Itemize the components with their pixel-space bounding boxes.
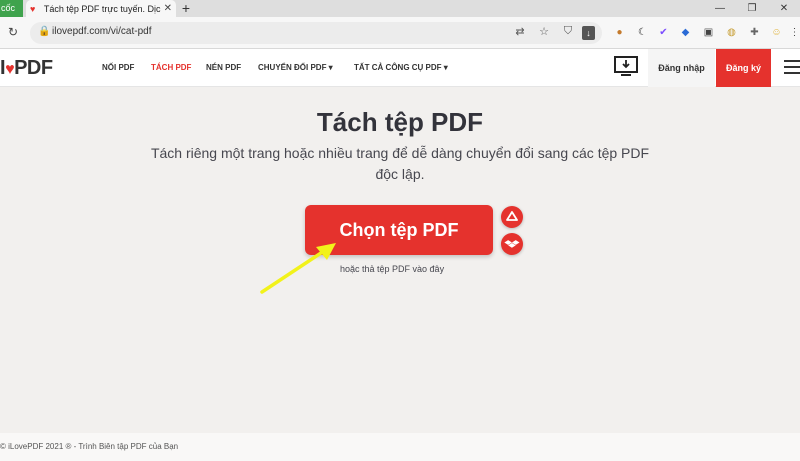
ilovepdf-logo[interactable]: I♥PDF [0,57,53,80]
maximize-button[interactable]: ❐ [738,0,766,17]
extension-box-icon[interactable]: ▣ [702,26,715,39]
browser-tab-strip: cốc ♥ Tách tệp PDF trực tuyến. Dịch ✕ + … [0,0,800,17]
google-drive-icon [506,211,518,221]
ilovepdf-favicon-icon: ♥ [30,3,36,14]
tab-title: Tách tệp PDF trực tuyến. Dịch [43,3,161,14]
tab-close-icon[interactable]: ✕ [164,3,172,14]
bookmark-star-icon[interactable]: ☆ [536,25,552,38]
download-icon[interactable]: ↓ [582,26,595,40]
logo-text: PDF [14,57,53,79]
site-header: I♥PDF NỐI PDF TÁCH PDF NÉN PDF CHUYỂN ĐỔ… [0,49,800,87]
browser-tab[interactable]: ♥ Tách tệp PDF trực tuyến. Dịch ✕ [26,0,176,17]
extension-cookie-icon[interactable]: ● [613,26,626,39]
dropbox-icon [504,240,520,248]
drop-hint: hoặc thả tệp PDF vào đây [340,264,445,274]
nav-convert-pdf[interactable]: CHUYỂN ĐỔI PDF ▾ [258,63,333,72]
extensions-puzzle-icon[interactable]: ✚ [748,26,761,39]
nav-all-tools[interactable]: TẤT CẢ CÔNG CỤ PDF ▾ [354,63,448,72]
address-bar[interactable]: 🔒 ilovepdf.com/vi/cat-pdf ⇄ ☆ ⛉ ↓ [30,22,602,44]
new-tab-button[interactable]: + [179,0,193,17]
dropbox-button[interactable] [501,233,523,255]
shield-icon[interactable]: ⛉ [560,25,576,38]
minimize-button[interactable]: — [706,0,734,17]
desktop-app-icon[interactable] [614,56,638,78]
reload-icon[interactable]: ↻ [8,25,18,39]
nav-compress-pdf[interactable]: NÉN PDF [206,63,241,72]
nav-merge-pdf[interactable]: NỐI PDF [102,63,134,72]
page-title: Tách tệp PDF [316,107,484,137]
extension-globe-icon[interactable]: ◍ [725,26,738,39]
url-text: ilovepdf.com/vi/cat-pdf [52,26,152,37]
extension-check-icon[interactable]: ✔ [657,26,670,39]
translate-icon[interactable]: ⇄ [512,25,528,38]
tab-group-label[interactable]: cốc [0,0,23,17]
hamburger-menu-icon[interactable] [784,60,800,74]
nav-split-pdf[interactable]: TÁCH PDF [151,63,191,72]
yellow-annotation-arrow [260,243,336,294]
login-button[interactable]: Đăng nhập [648,49,715,87]
translate-extension-icon[interactable]: ◆ [679,26,692,39]
dark-mode-moon-icon[interactable]: ☾ [636,26,649,39]
browser-menu-icon[interactable]: ⋮ [788,26,800,39]
profile-avatar-icon[interactable]: ☺ [770,26,783,39]
lock-icon[interactable]: 🔒 [38,26,50,37]
footer-copyright: © iLovePDF 2021 ® - Trình Biên tập PDF c… [0,442,179,451]
heart-icon: ♥ [5,61,15,78]
browser-toolbar: ↻ 🔒 ilovepdf.com/vi/cat-pdf ⇄ ☆ ⛉ ↓ ● ☾ … [0,17,800,49]
signup-button[interactable]: Đăng ký [716,49,771,87]
page-subtitle: Tách riêng một trang hoặc nhiều trang để… [150,145,650,182]
google-drive-button[interactable] [501,206,523,228]
close-window-button[interactable]: ✕ [770,0,798,17]
site-footer: © iLovePDF 2021 ® - Trình Biên tập PDF c… [0,433,800,461]
